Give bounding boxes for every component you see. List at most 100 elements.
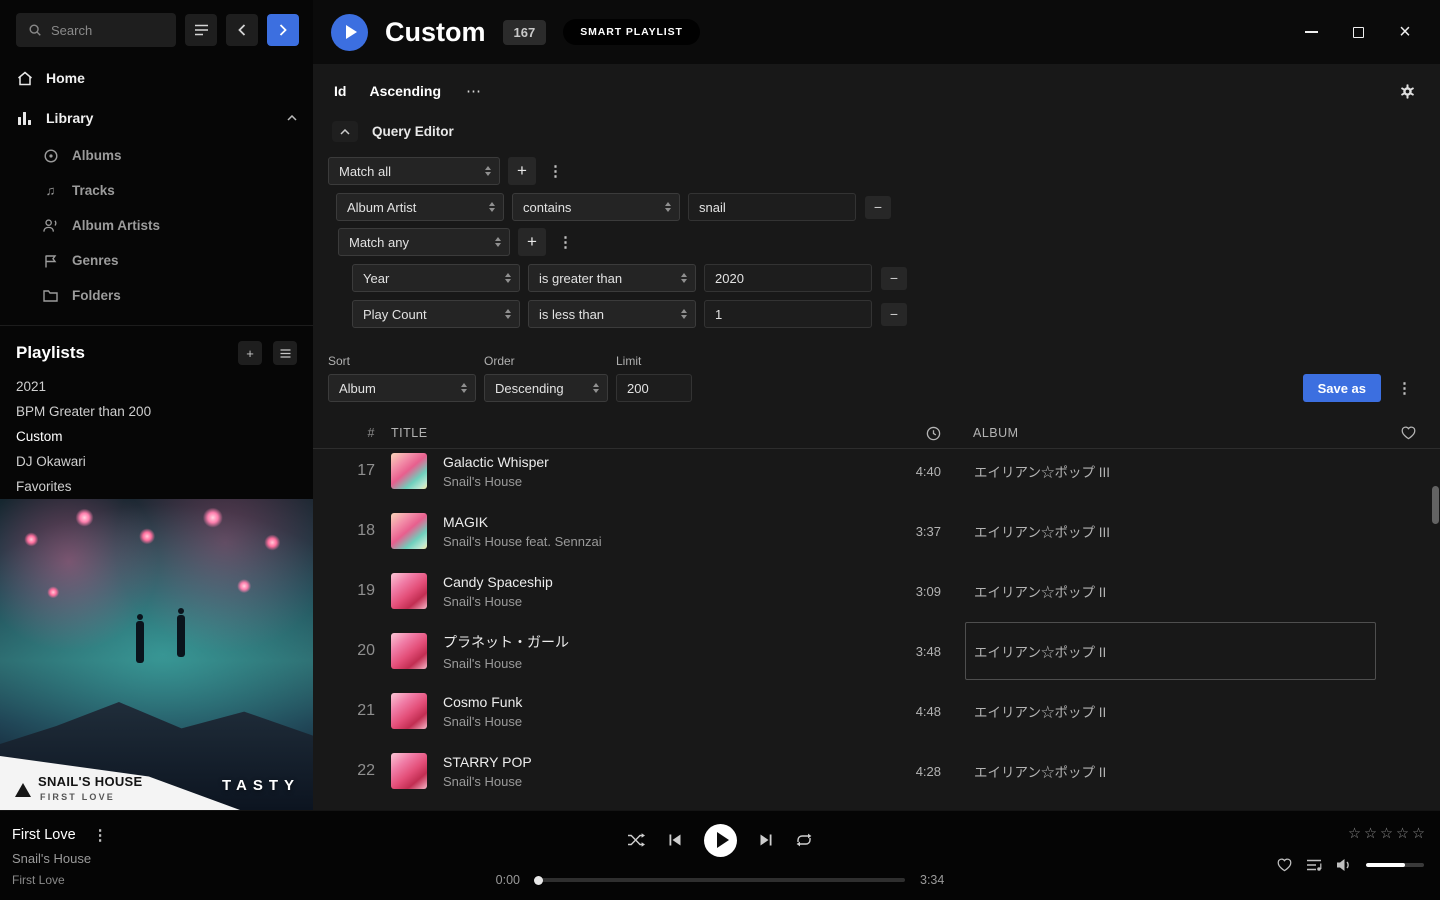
sort-field-button[interactable]: Id: [334, 83, 346, 99]
rule-2-value-input[interactable]: [704, 300, 872, 328]
group-1-menu-icon[interactable]: ⋮: [554, 233, 577, 251]
playlist-item[interactable]: DJ Okawari: [0, 449, 313, 474]
repeat-button[interactable]: [795, 833, 813, 847]
chevron-up-icon[interactable]: [287, 115, 297, 121]
playlist-item[interactable]: BPM Greater than 200: [0, 399, 313, 424]
track-album[interactable]: エイリアン☆ポップ III: [965, 449, 1376, 500]
track-album[interactable]: エイリアン☆ポップ II: [965, 682, 1376, 740]
scrollbar-thumb[interactable]: [1432, 486, 1439, 524]
star-icon[interactable]: ☆: [1364, 826, 1377, 842]
track-artwork-thumbnail: [391, 453, 427, 489]
rule-2-operator-select[interactable]: is less than: [528, 300, 696, 328]
back-button[interactable]: [226, 14, 258, 46]
star-icon[interactable]: ☆: [1380, 826, 1393, 842]
playlist-item[interactable]: Custom: [0, 424, 313, 449]
column-number[interactable]: #: [313, 426, 375, 440]
group-0-menu-icon[interactable]: ⋮: [544, 162, 567, 180]
column-duration[interactable]: [881, 426, 941, 441]
shuffle-button[interactable]: [627, 833, 646, 847]
rule-0-operator-select[interactable]: contains: [512, 193, 680, 221]
disc-icon: [42, 149, 59, 163]
sidebar-item-genres[interactable]: Genres: [0, 243, 313, 278]
save-as-button[interactable]: Save as: [1303, 374, 1381, 402]
group-0-match-select[interactable]: Match all: [328, 157, 500, 185]
volume-icon[interactable]: [1336, 858, 1352, 872]
now-playing-menu-icon[interactable]: ⋮: [89, 826, 112, 844]
track-row[interactable]: 18 MAGIK Snail's House feat. Sennzai 3:3…: [313, 501, 1440, 561]
rule-2-field-select[interactable]: Play Count: [352, 300, 520, 328]
track-album[interactable]: エイリアン☆ポップ II: [965, 562, 1376, 620]
favorite-heart-icon[interactable]: [1277, 858, 1292, 872]
sidebar-item-library[interactable]: Library: [0, 98, 313, 138]
rule-1-remove-button[interactable]: −: [881, 267, 907, 290]
next-button[interactable]: [759, 833, 773, 847]
group-1-add-rule-button[interactable]: +: [518, 228, 546, 256]
sidebar-item-album-artists[interactable]: Album Artists: [0, 208, 313, 243]
playlist-list: 2021 BPM Greater than 200 Custom DJ Okaw…: [0, 374, 313, 499]
sidebar-item-albums[interactable]: Albums: [0, 138, 313, 173]
star-icon[interactable]: ☆: [1396, 826, 1409, 842]
play-pause-button[interactable]: [704, 824, 737, 857]
minimize-button[interactable]: [1303, 24, 1319, 40]
sidebar-item-home[interactable]: Home: [0, 58, 313, 98]
seek-bar[interactable]: [535, 878, 905, 882]
artwork-figure: [177, 615, 185, 657]
column-album[interactable]: ALBUM: [965, 426, 1376, 440]
page-title: Custom: [385, 17, 486, 48]
track-album[interactable]: エイリアン☆ポップ II: [965, 622, 1376, 680]
sort-select[interactable]: Album: [328, 374, 476, 402]
order-select[interactable]: Descending: [484, 374, 608, 402]
track-album[interactable]: エイリアン☆ポップ II: [965, 742, 1376, 800]
queue-icon[interactable]: [1306, 858, 1322, 872]
search-box[interactable]: [16, 13, 176, 47]
track-artwork-thumbnail: [391, 573, 427, 609]
rule-2-remove-button[interactable]: −: [881, 303, 907, 326]
close-button[interactable]: ×: [1397, 24, 1413, 40]
rule-0-remove-button[interactable]: −: [865, 196, 891, 219]
track-row[interactable]: 17 Galactic Whisper Snail's House 4:40 エ…: [313, 449, 1440, 501]
previous-button[interactable]: [668, 833, 682, 847]
playlist-item[interactable]: Favorites: [0, 474, 313, 499]
maximize-button[interactable]: [1350, 24, 1366, 40]
rule-1-value-input[interactable]: [704, 264, 872, 292]
more-options-icon[interactable]: ⋯: [466, 82, 482, 100]
sidebar-item-tracks[interactable]: ♫ Tracks: [0, 173, 313, 208]
forward-button[interactable]: [267, 14, 299, 46]
search-input[interactable]: [51, 23, 166, 38]
rule-0-value-input[interactable]: [688, 193, 856, 221]
volume-slider[interactable]: [1366, 863, 1424, 867]
query-group-row: Match all + ⋮: [328, 157, 1440, 185]
column-favorite[interactable]: [1376, 426, 1416, 440]
query-editor-collapse-button[interactable]: [332, 121, 358, 142]
order-value: Descending: [495, 381, 564, 396]
track-row[interactable]: 20 プラネット・ガール Snail's House 3:48 エイリアン☆ポッ…: [313, 621, 1440, 681]
seek-knob[interactable]: [534, 876, 543, 885]
menu-button[interactable]: [185, 14, 217, 46]
column-title[interactable]: TITLE: [391, 426, 881, 440]
settings-gear-icon[interactable]: [1399, 83, 1416, 100]
star-icon[interactable]: ☆: [1412, 826, 1425, 842]
playlists-header: Playlists +: [0, 326, 313, 374]
save-menu-icon[interactable]: ⋮: [1393, 379, 1416, 402]
music-note-icon: ♫: [42, 183, 59, 198]
limit-input[interactable]: [616, 374, 692, 402]
rule-0-field-select[interactable]: Album Artist: [336, 193, 504, 221]
sort-direction-button[interactable]: Ascending: [369, 83, 441, 99]
player-bar: First Love ⋮ Snail's House First Love 0:…: [0, 810, 1440, 900]
artist-icon: [42, 218, 59, 233]
track-row[interactable]: 19 Candy Spaceship Snail's House 3:09 エイ…: [313, 561, 1440, 621]
add-playlist-button[interactable]: +: [238, 341, 262, 365]
track-album[interactable]: エイリアン☆ポップ III: [965, 502, 1376, 560]
group-1-match-select[interactable]: Match any: [338, 228, 510, 256]
rule-1-operator-select[interactable]: is greater than: [528, 264, 696, 292]
group-0-add-rule-button[interactable]: +: [508, 157, 536, 185]
sidebar-item-folders[interactable]: Folders: [0, 278, 313, 313]
star-icon[interactable]: ☆: [1348, 826, 1361, 842]
track-row[interactable]: 21 Cosmo Funk Snail's House 4:48 エイリアン☆ポ…: [313, 681, 1440, 741]
playlist-item[interactable]: 2021: [0, 374, 313, 399]
home-icon: [16, 71, 33, 86]
playlist-view-button[interactable]: [273, 341, 297, 365]
rule-1-field-select[interactable]: Year: [352, 264, 520, 292]
track-row[interactable]: 22 STARRY POP Snail's House 4:28 エイリアン☆ポ…: [313, 741, 1440, 801]
play-playlist-button[interactable]: [331, 14, 368, 51]
